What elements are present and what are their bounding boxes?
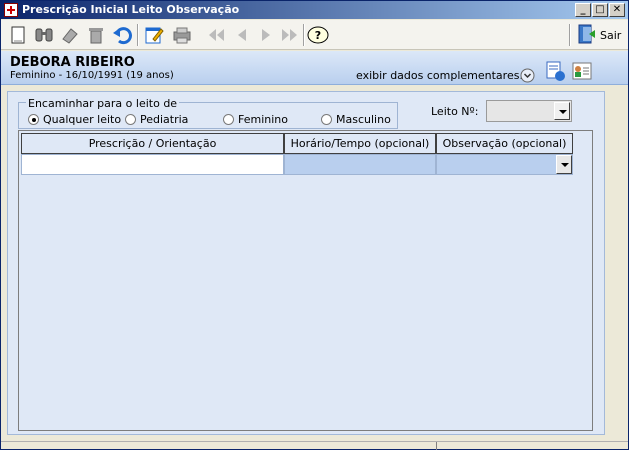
radio-label: Qualquer leito bbox=[43, 113, 122, 126]
app-icon bbox=[4, 3, 18, 17]
print-icon[interactable] bbox=[171, 25, 193, 45]
bed-number-select[interactable] bbox=[486, 100, 572, 122]
radio-male[interactable]: Masculino bbox=[321, 113, 391, 126]
title-bar[interactable]: Prescrição Inicial Leito Observação _ □ … bbox=[1, 1, 628, 19]
exit-door-icon bbox=[577, 23, 597, 48]
prescription-grid: Prescrição / Orientação Horário/Tempo (o… bbox=[18, 130, 593, 431]
column-header-observation[interactable]: Observação (opcional) bbox=[436, 133, 573, 154]
last-record-icon[interactable] bbox=[279, 25, 301, 45]
radio-dot[interactable] bbox=[28, 114, 39, 125]
column-header-prescription[interactable]: Prescrição / Orientação bbox=[21, 133, 284, 154]
toolbar-separator bbox=[137, 24, 139, 46]
new-document-icon[interactable] bbox=[7, 25, 29, 45]
trash-icon[interactable] bbox=[85, 25, 107, 45]
radio-dot[interactable] bbox=[321, 114, 332, 125]
column-header-time[interactable]: Horário/Tempo (opcional) bbox=[284, 133, 436, 154]
patient-card-icon[interactable] bbox=[571, 60, 593, 82]
edit-note-icon[interactable] bbox=[143, 25, 165, 45]
exit-label: Sair bbox=[600, 28, 622, 42]
binoculars-icon[interactable] bbox=[33, 25, 55, 45]
cell-prescription[interactable] bbox=[21, 154, 284, 175]
main-window: Prescrição Inicial Leito Observação _ □ … bbox=[0, 0, 629, 450]
first-record-icon[interactable] bbox=[205, 25, 227, 45]
patient-record-icon[interactable] bbox=[544, 60, 566, 82]
bed-number-label: Leito Nº: bbox=[431, 105, 479, 118]
radio-dot[interactable] bbox=[125, 114, 136, 125]
chevron-down-circle-icon[interactable] bbox=[520, 68, 535, 83]
cell-observation[interactable] bbox=[436, 154, 573, 175]
radio-label: Feminino bbox=[238, 113, 288, 126]
toolbar-separator bbox=[569, 24, 571, 46]
eraser-icon[interactable] bbox=[59, 25, 81, 45]
patient-header: DEBORA RIBEIRO Feminino - 16/10/1991 (19… bbox=[1, 51, 628, 85]
radio-label: Pediatria bbox=[140, 113, 189, 126]
toolbar-separator bbox=[303, 24, 305, 46]
maximize-button[interactable]: □ bbox=[592, 3, 608, 17]
radio-dot[interactable] bbox=[223, 114, 234, 125]
window-title: Prescrição Inicial Leito Observação bbox=[22, 3, 240, 16]
cell-time[interactable] bbox=[284, 154, 436, 175]
toolbar: ? Sair bbox=[1, 20, 628, 50]
next-record-icon[interactable] bbox=[255, 25, 277, 45]
radio-any-bed[interactable]: Qualquer leito bbox=[28, 113, 121, 126]
help-icon[interactable]: ? bbox=[307, 25, 329, 45]
chevron-down-icon[interactable] bbox=[556, 155, 572, 174]
radio-label: Masculino bbox=[336, 113, 391, 126]
undo-icon[interactable] bbox=[111, 25, 133, 45]
close-button[interactable]: ✕ bbox=[609, 3, 625, 17]
status-bar bbox=[1, 441, 628, 450]
status-divider bbox=[436, 442, 437, 450]
routing-group-label: Encaminhar para o leito de bbox=[26, 97, 180, 110]
prescription-panel: Encaminhar para o leito de Qualquer leit… bbox=[7, 91, 605, 435]
previous-record-icon[interactable] bbox=[231, 25, 253, 45]
radio-female[interactable]: Feminino bbox=[223, 113, 288, 126]
more-data-link[interactable]: exibir dados complementares... bbox=[356, 69, 530, 82]
svg-text:?: ? bbox=[315, 29, 321, 42]
exit-button[interactable]: Sair bbox=[575, 23, 623, 47]
radio-pediatrics[interactable]: Pediatria bbox=[125, 113, 188, 126]
patient-name: DEBORA RIBEIRO bbox=[10, 55, 135, 70]
chevron-down-icon[interactable] bbox=[554, 102, 570, 120]
minimize-button[interactable]: _ bbox=[575, 3, 591, 17]
patient-info: Feminino - 16/10/1991 (19 anos) bbox=[10, 70, 174, 81]
